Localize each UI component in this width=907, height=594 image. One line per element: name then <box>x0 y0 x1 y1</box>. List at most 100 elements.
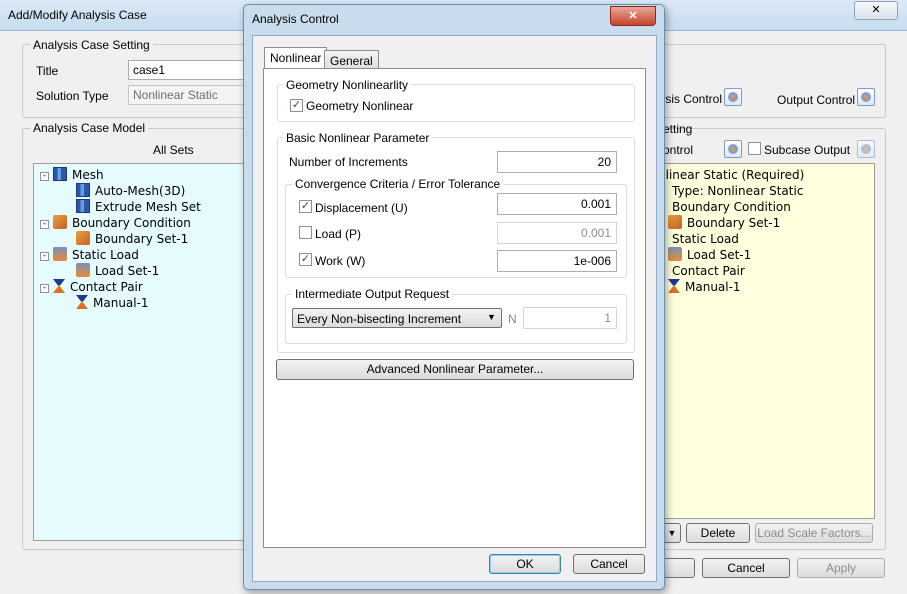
delete-button[interactable]: Delete <box>686 523 750 543</box>
analysis-control-button[interactable] <box>724 88 742 106</box>
geometry-nonlinearity-label: Geometry Nonlinearlity <box>283 78 412 92</box>
main-ok-button[interactable] <box>663 558 695 578</box>
tree-node-label: Static Load <box>72 248 139 262</box>
right-group-label: etting <box>663 122 693 136</box>
dialog-ok-button[interactable]: OK <box>489 554 561 574</box>
collapse-icon[interactable]: - <box>40 252 49 261</box>
output-request-value: Every Non-bisecting Increment <box>297 312 462 326</box>
title-input[interactable]: case1 <box>128 60 246 80</box>
tree-node-label: Boundary Condition <box>672 200 791 214</box>
main-window-title: Add/Modify Analysis Case <box>8 8 147 22</box>
solution-type-select[interactable]: Nonlinear Static <box>128 85 246 105</box>
mesh-icon <box>53 167 67 181</box>
check-icon: ✓ <box>291 99 302 111</box>
tree-node[interactable]: - Static Load <box>34 247 249 263</box>
load-tolerance-input[interactable]: 0.001 <box>497 222 617 244</box>
subcase-output-checkbox[interactable] <box>748 142 761 155</box>
tree-node[interactable]: Load Set-1 <box>656 247 874 263</box>
tree-node[interactable]: Auto-Mesh(3D) <box>34 183 249 199</box>
dialog-close-button[interactable]: ✕ <box>610 6 656 26</box>
tab-general[interactable]: General <box>324 50 379 69</box>
all-sets-header: All Sets <box>153 143 194 157</box>
close-icon: ✕ <box>628 10 638 22</box>
work-checkbox[interactable]: ✓ <box>299 253 312 266</box>
tree-node-label: Boundary Set-1 <box>95 232 189 246</box>
main-apply-button[interactable]: Apply <box>797 558 885 578</box>
tree-node[interactable]: Contact Pair <box>656 263 874 279</box>
work-label: Work (W) <box>315 254 366 268</box>
displacement-tolerance-input[interactable]: 0.001 <box>497 193 617 215</box>
contact-icon <box>668 279 680 293</box>
check-icon: ✓ <box>300 200 311 212</box>
settings-icon <box>728 144 738 154</box>
subcase-output-button[interactable] <box>857 140 875 158</box>
geometry-nonlinear-checkbox[interactable]: ✓ <box>290 99 303 112</box>
output-icon <box>861 144 871 154</box>
tree-node[interactable]: - Mesh <box>34 167 249 183</box>
tree-node-label: Manual-1 <box>93 296 149 310</box>
tree-node[interactable]: Type: Nonlinear Static <box>656 183 874 199</box>
displacement-checkbox[interactable]: ✓ <box>299 200 312 213</box>
tree-node[interactable]: Manual-1 <box>656 279 874 295</box>
close-icon: ✕ <box>871 4 881 16</box>
boundary-icon <box>668 215 682 229</box>
tree-node-label: Load Set-1 <box>95 264 160 278</box>
chevron-down-icon: ▼ <box>667 528 677 538</box>
convergence-label: Convergence Criteria / Error Tolerance <box>292 177 504 191</box>
tree-node-label: nlinear Static (Required) <box>658 168 805 182</box>
main-close-button[interactable]: ✕ <box>854 1 898 20</box>
tree-node[interactable]: Manual-1 <box>34 295 249 311</box>
main-cancel-button[interactable]: Cancel <box>702 558 790 578</box>
tree-node-label: Extrude Mesh Set <box>95 200 201 214</box>
output-control-label: Output Control <box>777 93 856 107</box>
contact-icon <box>53 279 65 293</box>
collapse-icon[interactable]: - <box>40 284 49 293</box>
tree-node-label: Load Set-1 <box>687 248 752 262</box>
collapse-icon[interactable]: - <box>40 172 49 181</box>
tree-node[interactable]: Extrude Mesh Set <box>34 199 249 215</box>
load-icon <box>76 263 90 277</box>
load-scale-factors-button[interactable]: Load Scale Factors... <box>755 523 873 543</box>
increments-input[interactable]: 20 <box>497 151 617 173</box>
output-request-select[interactable]: Every Non-bisecting Increment ▼ <box>292 308 502 328</box>
tree-node[interactable]: - Boundary Condition <box>34 215 249 231</box>
tree-node-label: Type: Nonlinear Static <box>672 184 804 198</box>
contact-icon <box>76 295 88 309</box>
collapse-icon[interactable]: - <box>40 220 49 229</box>
tree-node[interactable]: Boundary Condition <box>656 199 874 215</box>
load-checkbox[interactable] <box>299 226 312 239</box>
right-control-button[interactable] <box>724 140 742 158</box>
work-tolerance-input[interactable]: 1e-006 <box>497 250 617 272</box>
tab-nonlinear[interactable]: Nonlinear <box>264 47 328 69</box>
tree-node-label: Boundary Set-1 <box>687 216 781 230</box>
subcase-output-label: Subcase Output <box>764 143 851 157</box>
advanced-nonlinear-button[interactable]: Advanced Nonlinear Parameter... <box>276 359 634 380</box>
boundary-icon <box>53 215 67 229</box>
tree-node[interactable]: - Contact Pair <box>34 279 249 295</box>
tree-node-label: Boundary Condition <box>72 216 191 230</box>
dialog-cancel-button[interactable]: Cancel <box>573 554 645 574</box>
tree-node[interactable]: Load Set-1 <box>34 263 249 279</box>
tree-node[interactable]: nlinear Static (Required) <box>656 167 874 183</box>
load-label: Load (P) <box>315 227 362 241</box>
analysis-case-setting-label: Analysis Case Setting <box>30 38 153 52</box>
n-label: N <box>508 312 517 326</box>
output-control-button[interactable] <box>857 88 875 106</box>
geometry-nonlinear-label: Geometry Nonlinear <box>306 99 414 113</box>
tree-node[interactable]: Boundary Set-1 <box>34 231 249 247</box>
mesh-icon <box>76 199 90 213</box>
boundary-icon <box>76 231 90 245</box>
load-icon <box>53 247 67 261</box>
right-control-label: ontrol <box>663 143 694 157</box>
all-sets-tree[interactable]: - Mesh Auto-Mesh(3D) Extrude Mesh Set - Bound… <box>33 163 250 541</box>
solution-type-label: Solution Type <box>36 89 109 103</box>
tree-node[interactable]: Boundary Set-1 <box>656 215 874 231</box>
increments-label: Number of Increments <box>289 155 408 169</box>
basic-nonlinear-label: Basic Nonlinear Parameter <box>283 131 433 145</box>
tree-node-label: Manual-1 <box>685 280 741 294</box>
settings-icon <box>728 92 738 102</box>
tree-node[interactable]: Static Load <box>656 231 874 247</box>
analysis-case-tree[interactable]: nlinear Static (Required) Type: Nonlinear… <box>655 163 875 519</box>
move-down-button[interactable]: ▼ <box>663 523 681 543</box>
n-input[interactable]: 1 <box>523 307 617 329</box>
